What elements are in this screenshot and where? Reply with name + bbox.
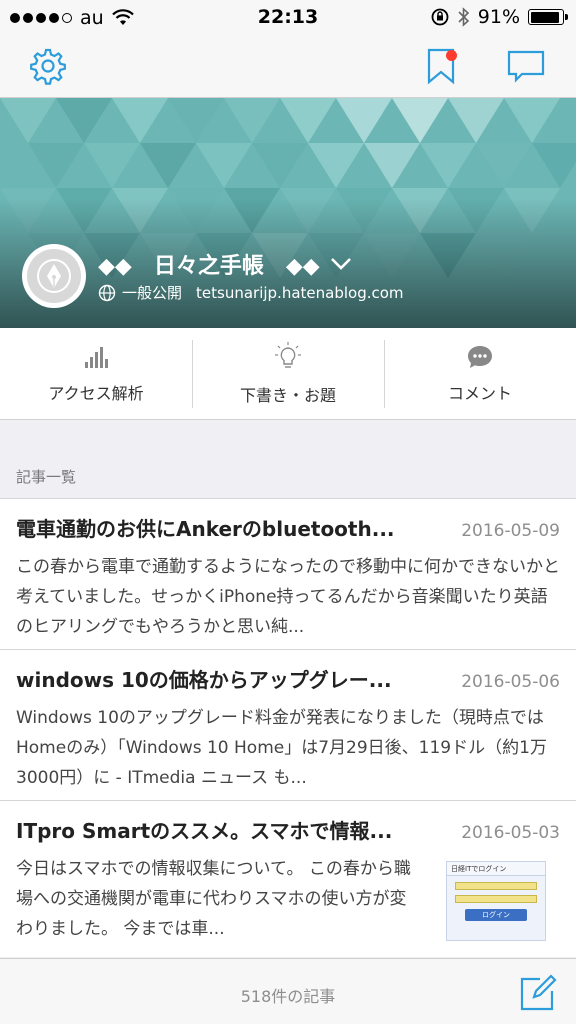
- entry-count: 518件の記事: [240, 987, 336, 1006]
- entry-excerpt: Windows 10のアップグレード料金が発表になりました（現時点ではHomeの…: [16, 708, 547, 788]
- entry-row[interactable]: ITpro Smartのススメ。スマホで情報... 2016-05-03 今日は…: [0, 801, 576, 957]
- entry-row[interactable]: windows 10の価格からアップグレー... 2016-05-06 Wind…: [0, 650, 576, 801]
- action-label: アクセス解析: [48, 383, 144, 403]
- bottom-toolbar: 518件の記事: [0, 958, 576, 1024]
- entry-list: 電車通勤のお供にAnkerのbluetooth... 2016-05-09 この…: [0, 498, 576, 957]
- entry-excerpt: この春から電車で通勤するようになったので移動中に何かできないかと考えていました。…: [16, 557, 560, 637]
- entry-date: 2016-05-06: [461, 672, 560, 692]
- lightbulb-icon: [275, 341, 301, 368]
- bookmark-button[interactable]: [419, 44, 463, 88]
- notification-badge: [446, 50, 457, 61]
- thumbnail-heading: 日経ITでログイン: [447, 862, 545, 876]
- entry-date: 2016-05-09: [461, 521, 560, 541]
- blog-url: tetsunarijp.hatenablog.com: [196, 283, 404, 302]
- action-label: 下書き・お題: [239, 385, 336, 405]
- blog-header: ◆◆ 日々之手帳 ◆◆ 一般公開 tetsunarijp.hatenablog.…: [0, 98, 576, 328]
- chevron-down-icon: [330, 258, 351, 270]
- entry-title: ITpro Smartのススメ。スマホで情報...: [16, 819, 393, 843]
- compose-button[interactable]: [518, 973, 558, 1013]
- visibility-label: 一般公開: [122, 284, 183, 302]
- bar-chart-icon: [85, 346, 108, 368]
- blog-subtitle: 一般公開 tetsunarijp.hatenablog.com: [98, 282, 404, 303]
- entry-title: windows 10の価格からアップグレー...: [16, 668, 392, 692]
- blog-title: ◆◆ 日々之手帳 ◆◆: [98, 254, 320, 279]
- entry-date: 2016-05-03: [461, 823, 560, 843]
- comment-icon: [507, 50, 545, 83]
- battery-percent: 91%: [477, 6, 520, 28]
- blog-selector[interactable]: ◆◆ 日々之手帳 ◆◆: [98, 248, 352, 280]
- rotation-lock-icon: [431, 8, 449, 26]
- status-bar: au 22:13 91%: [0, 0, 576, 36]
- compose-icon: [520, 974, 557, 1011]
- fountain-pen-icon: [27, 249, 81, 303]
- section-title: 記事一覧: [16, 468, 77, 486]
- gear-icon: [30, 48, 66, 85]
- action-bar: アクセス解析 下書き・お題 コメント: [0, 328, 576, 420]
- drafts-button[interactable]: 下書き・お題: [192, 328, 384, 419]
- comments-list-button[interactable]: コメント: [384, 328, 576, 419]
- settings-button[interactable]: [26, 44, 70, 88]
- blog-avatar[interactable]: [22, 244, 86, 308]
- access-analytics-button[interactable]: アクセス解析: [0, 328, 192, 419]
- battery-icon: [528, 9, 568, 25]
- entry-thumbnail: 日経ITでログイン ログイン: [446, 861, 546, 941]
- thumbnail-login-button: ログイン: [465, 909, 527, 921]
- speech-bubble-icon: [468, 345, 492, 368]
- bluetooth-icon: [458, 7, 469, 27]
- status-right: 91%: [430, 6, 568, 28]
- entry-excerpt: 今日はスマホでの情報収集について。 この春から職場への交通機関が電車に代わりスマ…: [16, 859, 411, 939]
- entry-row[interactable]: 電車通勤のお供にAnkerのbluetooth... 2016-05-09 この…: [0, 499, 576, 650]
- action-label: コメント: [447, 383, 512, 403]
- comments-button[interactable]: [504, 44, 548, 88]
- entry-title: 電車通勤のお供にAnkerのbluetooth...: [16, 517, 395, 541]
- nav-bar: [0, 36, 576, 98]
- globe-icon: [98, 284, 116, 301]
